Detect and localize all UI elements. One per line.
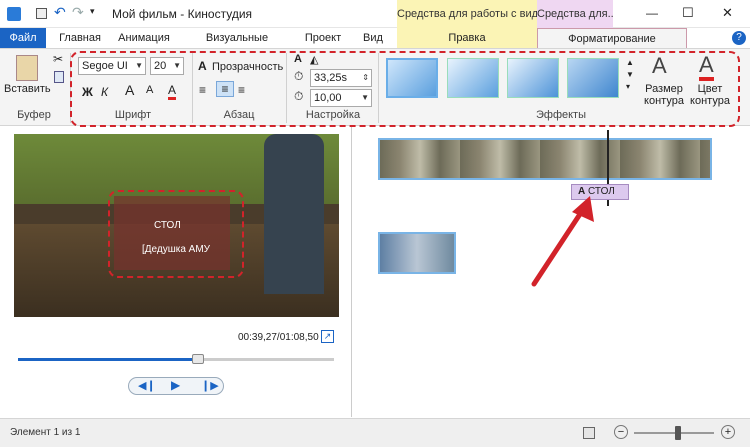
undo-icon[interactable]: ↶ — [54, 4, 66, 21]
tab-home[interactable]: Главная — [52, 28, 108, 48]
cut-icon[interactable]: ✂ — [53, 52, 63, 66]
context-tab-video-tools: Средства для работы с видео — [397, 0, 537, 28]
video-clip-main[interactable] — [378, 138, 712, 180]
tab-format[interactable]: Форматирование — [537, 28, 687, 48]
zoom-thumb[interactable] — [675, 426, 681, 440]
status-bar: Элемент 1 из 1 − + — [0, 418, 750, 447]
next-frame-button[interactable]: ❙▶ — [201, 379, 219, 392]
ribbon-highlight-frame — [70, 51, 740, 127]
paste-icon[interactable] — [16, 55, 38, 81]
close-button[interactable]: ✕ — [722, 5, 733, 21]
tab-visual-effects[interactable]: Визуальные эффекты — [182, 28, 292, 64]
video-person — [264, 134, 324, 294]
save-icon[interactable] — [36, 8, 47, 19]
zoom-in-button[interactable]: + — [721, 425, 735, 439]
ribbon: Вставить ✂ Буфер Segoe UI ▼ 20 ▼ Ж К A A A… — [0, 48, 750, 127]
window-title: Мой фильм - Киностудия — [112, 7, 253, 21]
title-bar: ↶ ↷ ▾ Мой фильм - Киностудия Средства дл… — [0, 0, 750, 28]
tab-edit[interactable]: Правка — [397, 28, 537, 48]
video-clip-secondary[interactable] — [378, 232, 456, 274]
time-display: 00:39,27/01:08,50 — [238, 332, 319, 343]
minimize-button[interactable]: — — [646, 6, 658, 20]
paste-button[interactable]: Вставить — [4, 83, 51, 95]
annotation-arrow — [531, 196, 594, 287]
copy-icon[interactable] — [54, 71, 64, 83]
storyboard-view-icon[interactable] — [583, 427, 595, 439]
tab-project[interactable]: Проект — [300, 28, 346, 48]
redo-icon[interactable]: ↷ — [72, 4, 84, 21]
play-button[interactable]: ▶ — [171, 378, 180, 392]
ribbon-tabs: Файл Главная Анимация Визуальные эффекты… — [0, 28, 750, 64]
clipboard-group-label: Буфер — [17, 109, 51, 121]
help-icon[interactable]: ? — [732, 31, 746, 45]
seek-thumb[interactable] — [192, 354, 205, 364]
tab-file[interactable]: Файл — [0, 28, 46, 48]
previous-frame-button[interactable]: ◀❙ — [138, 379, 156, 392]
quick-access-menu-icon[interactable]: ▾ — [90, 6, 95, 17]
app-icon — [7, 7, 21, 21]
seek-progress — [18, 358, 199, 361]
zoom-slider[interactable] — [634, 432, 714, 434]
tab-animation[interactable]: Анимация — [112, 28, 176, 48]
zoom-out-button[interactable]: − — [614, 425, 628, 439]
video-preview[interactable]: СТОЛ [Дедушка АМУ — [14, 134, 339, 317]
status-text: Элемент 1 из 1 — [10, 427, 81, 438]
fullscreen-icon[interactable]: ↗ — [321, 330, 334, 343]
tab-view[interactable]: Вид — [355, 28, 391, 48]
context-tab-text-tools: Средства для... — [537, 0, 613, 28]
caption-highlight-frame — [108, 190, 244, 278]
maximize-button[interactable]: ☐ — [682, 5, 694, 21]
